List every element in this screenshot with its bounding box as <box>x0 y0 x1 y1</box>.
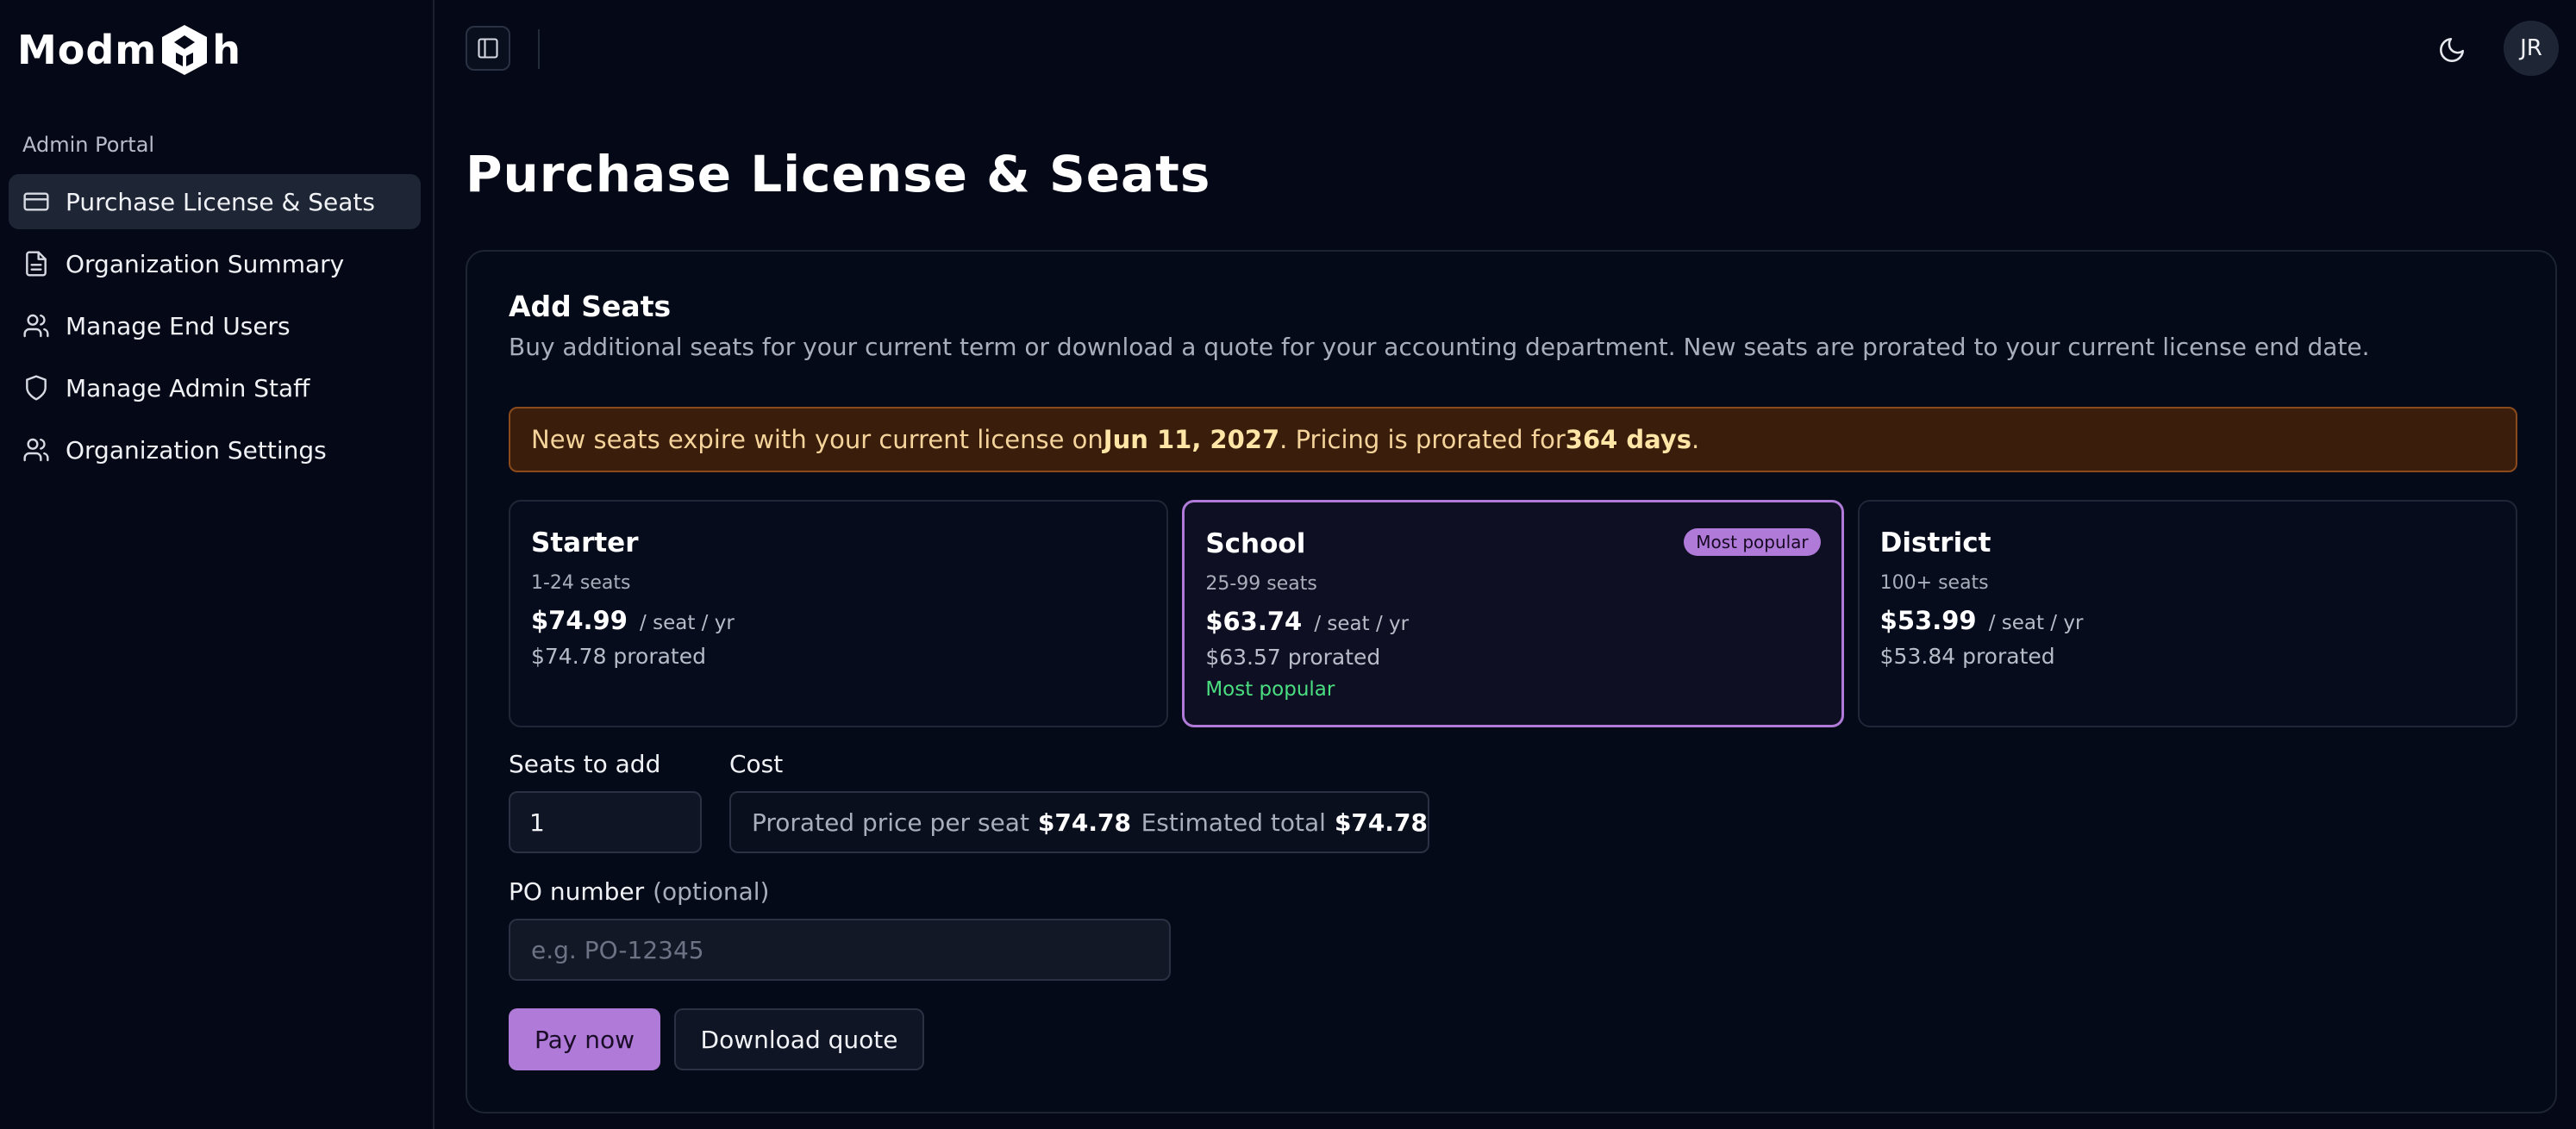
app-root: Modm h Admin Portal Purchase License & S… <box>0 0 2576 1129</box>
plan-seats: 100+ seats <box>1879 572 1989 594</box>
users-icon <box>23 314 49 338</box>
sidebar-toggle-button[interactable] <box>466 26 510 71</box>
sidebar-item-label: Purchase License & Seats <box>66 187 375 216</box>
plan-name: Starter <box>531 527 639 558</box>
user-avatar[interactable]: JR <box>2504 21 2559 76</box>
topbar-divider <box>538 29 540 69</box>
plan-prorated: $63.57 prorated <box>1205 645 1381 670</box>
po-label-text: PO number <box>509 877 645 906</box>
sidebar-section-label: Admin Portal <box>22 133 155 157</box>
plan-prorated: $74.78 prorated <box>531 644 706 669</box>
card-title: Add Seats <box>509 290 672 323</box>
po-number-input[interactable] <box>509 919 1171 981</box>
most-popular-badge: Most popular <box>1684 528 1821 556</box>
sidebar-item-organization-settings[interactable]: Organization Settings <box>9 422 421 477</box>
sidebar-item-purchase-license[interactable]: Purchase License & Seats <box>9 174 421 229</box>
shield-icon <box>26 375 47 401</box>
sidebar-nav: Purchase License & Seats Organization Su… <box>9 174 421 484</box>
per-seat-label: Prorated price per seat <box>752 808 1029 837</box>
per-seat-value: $74.78 <box>1037 808 1131 837</box>
sidebar-item-label: Organization Settings <box>66 435 327 465</box>
notice-date: Jun 11, 2027 <box>1103 425 1280 454</box>
notice-middle: . Pricing is prorated for <box>1279 425 1566 454</box>
theme-toggle-button[interactable] <box>2435 33 2469 67</box>
main-content: JR Purchase License & Seats Add Seats Bu… <box>435 0 2576 1129</box>
brand-name-right: h <box>212 27 241 73</box>
brand-logo[interactable]: Modm h <box>17 22 241 78</box>
plan-seats: 1-24 seats <box>531 572 631 594</box>
document-icon <box>26 251 47 277</box>
cost-label: Cost <box>729 750 784 778</box>
plan-card-school[interactable]: Most popular School 25-99 seats $63.74 /… <box>1182 500 1844 727</box>
plan-price-value: $53.99 <box>1879 606 1977 635</box>
credit-card-icon <box>23 192 49 211</box>
notice-prefix: New seats expire with your current licen… <box>531 425 1104 454</box>
license-expiry-notice: New seats expire with your current licen… <box>509 407 2517 472</box>
plan-card-starter[interactable]: Starter 1-24 seats $74.99 / seat / yr $7… <box>509 500 1169 727</box>
plan-prorated: $53.84 prorated <box>1879 644 2055 669</box>
card-description: Buy additional seats for your current te… <box>509 333 2370 361</box>
sidebar-item-manage-end-users[interactable]: Manage End Users <box>9 298 421 353</box>
plan-name: District <box>1879 527 1991 558</box>
plan-price-unit: / seat / yr <box>1988 612 2084 634</box>
panel-left-icon <box>478 38 498 59</box>
brand-name-left: Modm <box>17 27 158 73</box>
cube-logo-icon <box>162 25 208 75</box>
sidebar-item-label: Organization Summary <box>66 249 345 278</box>
plan-price-unit: / seat / yr <box>640 612 735 634</box>
plan-options: Starter 1-24 seats $74.99 / seat / yr $7… <box>509 500 2517 727</box>
plan-seats: 25-99 seats <box>1205 573 1317 595</box>
estimated-total-label: Estimated total <box>1141 808 1326 837</box>
plan-popular-text: Most popular <box>1205 678 1335 701</box>
seats-to-add-input[interactable] <box>509 791 702 853</box>
seats-to-add-label: Seats to add <box>509 750 661 778</box>
notice-days: 364 days <box>1565 425 1692 454</box>
notice-suffix: . <box>1691 425 1700 454</box>
cost-summary: Prorated price per seat $74.78 Estimated… <box>729 791 1429 853</box>
po-optional-text: (optional) <box>653 877 770 906</box>
estimated-total-value: $74.78 <box>1334 808 1428 837</box>
download-quote-button[interactable]: Download quote <box>674 1008 924 1070</box>
sidebar-item-label: Manage Admin Staff <box>66 373 310 402</box>
add-seats-card: Add Seats Buy additional seats for your … <box>466 250 2557 1113</box>
plan-card-district[interactable]: District 100+ seats $53.99 / seat / yr $… <box>1857 500 2517 727</box>
po-number-label: PO number (optional) <box>509 877 769 906</box>
sidebar: Modm h Admin Portal Purchase License & S… <box>0 0 435 1129</box>
sidebar-item-organization-summary[interactable]: Organization Summary <box>9 236 421 291</box>
plan-price-value: $74.99 <box>531 606 628 635</box>
moon-icon <box>2440 37 2465 62</box>
sidebar-item-manage-admin-staff[interactable]: Manage Admin Staff <box>9 360 421 415</box>
plan-price-unit: / seat / yr <box>1314 613 1410 635</box>
users-gear-icon <box>23 438 49 462</box>
plan-price: $53.99 / seat / yr <box>1880 606 2495 635</box>
plan-price-value: $63.74 <box>1205 607 1303 636</box>
plan-price: $63.74 / seat / yr <box>1205 607 1820 636</box>
plan-price: $74.99 / seat / yr <box>531 606 1146 635</box>
page-title: Purchase License & Seats <box>466 145 1211 203</box>
pay-now-button[interactable]: Pay now <box>509 1008 660 1070</box>
sidebar-item-label: Manage End Users <box>66 311 291 340</box>
